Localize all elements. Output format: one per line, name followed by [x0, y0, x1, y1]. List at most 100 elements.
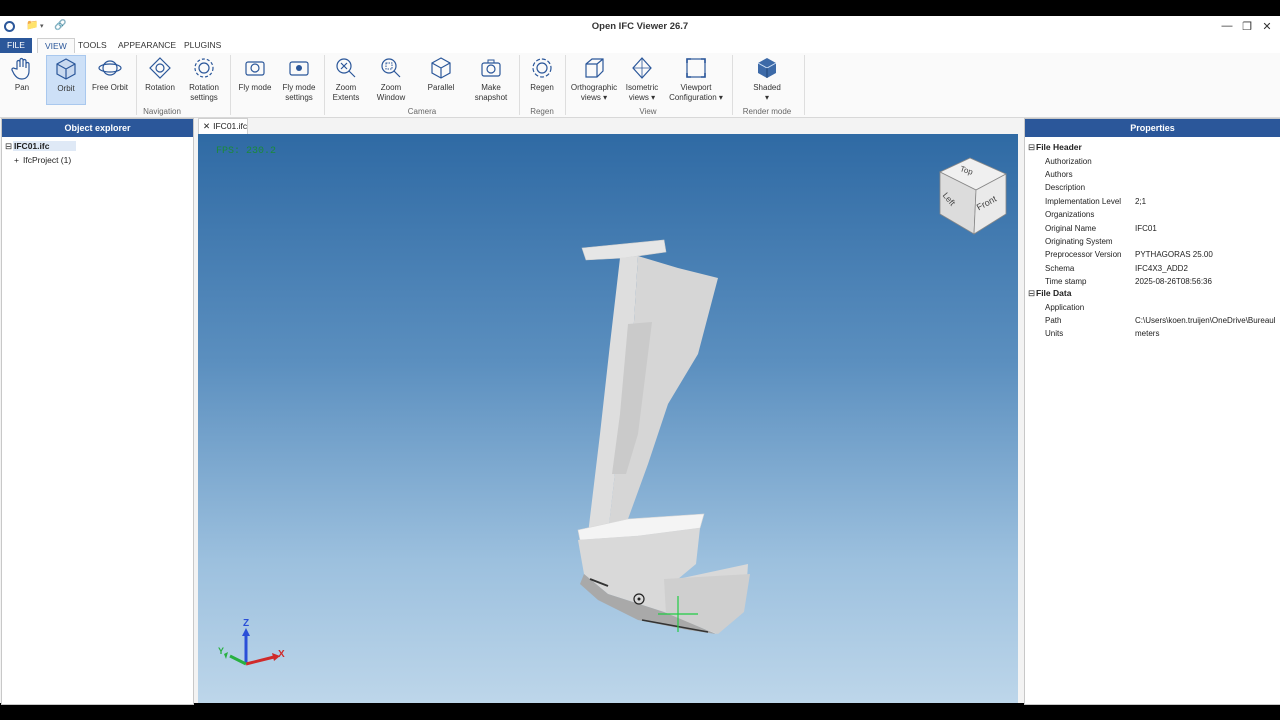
- close-tab-icon[interactable]: ✕: [203, 121, 210, 131]
- rotation-label: Rotation: [145, 83, 175, 92]
- section-file-data[interactable]: ⊟ File Data: [1025, 287, 1280, 300]
- property-row[interactable]: Authors: [1025, 168, 1280, 181]
- property-key: Path: [1045, 315, 1062, 325]
- property-row[interactable]: Description: [1025, 181, 1280, 194]
- object-explorer-title: Object explorer: [2, 119, 193, 137]
- fly-mode-settings-button[interactable]: Fly mode settings: [280, 55, 318, 103]
- free-orbit-button[interactable]: Free Orbit: [90, 55, 130, 93]
- fly-mode-button[interactable]: Fly mode: [236, 55, 274, 93]
- rotation-icon: [149, 57, 171, 79]
- properties-panel: Properties ⊟ File Header Authorization Au…: [1024, 118, 1280, 705]
- make-snapshot-button[interactable]: Make snapshot: [472, 55, 510, 103]
- isometric-views-button[interactable]: Isometric views ▾: [622, 55, 662, 103]
- group-label-regen: Regen: [530, 107, 554, 116]
- fly-mode-settings-label-2: settings: [285, 93, 313, 102]
- tab-tools[interactable]: TOOLS: [71, 38, 114, 53]
- document-tab[interactable]: ✕ IFC01.ifc: [198, 118, 248, 134]
- group-label-navigation: Navigation: [143, 107, 181, 116]
- tab-plugins[interactable]: PLUGINS: [177, 38, 228, 53]
- property-row[interactable]: Organizations: [1025, 208, 1280, 221]
- ifc-model: [577, 239, 750, 634]
- zoom-window-icon: [381, 58, 401, 78]
- shaded-label: Shaded: [753, 83, 781, 92]
- section-file-header-label: File Header: [1036, 142, 1082, 152]
- property-row[interactable]: Original Name IFC01: [1025, 222, 1280, 235]
- ribbon-separator: [565, 55, 566, 115]
- view-cube[interactable]: Top Left Front: [936, 154, 1010, 236]
- parallel-button[interactable]: Parallel: [422, 55, 460, 93]
- tree-toggle-icon[interactable]: ⊟: [5, 141, 12, 152]
- collapse-icon[interactable]: ⊟: [1028, 141, 1035, 154]
- camera-settings-icon: [289, 61, 309, 76]
- app-window: 📁 ▾ 🔗 Open IFC Viewer 26.7 — ❐ ✕ FILE VI…: [0, 16, 1280, 705]
- property-value: meters: [1135, 329, 1160, 339]
- menu-bar: FILE VIEW TOOLS APPEARANCE PLUGINS: [0, 38, 1280, 54]
- ortho-cube-icon: [585, 58, 604, 78]
- zoom-extents-label-1: Zoom: [335, 83, 357, 92]
- pan-button[interactable]: Pan: [6, 55, 38, 93]
- regen-button[interactable]: Regen: [525, 55, 559, 93]
- window-title: Open IFC Viewer 26.7: [591, 21, 689, 32]
- property-row[interactable]: Originating System: [1025, 235, 1280, 248]
- pan-label: Pan: [14, 83, 30, 92]
- property-key: Schema: [1045, 263, 1075, 273]
- ribbon-separator: [324, 55, 325, 115]
- viewport-configuration-button[interactable]: Viewport Configuration ▾: [666, 55, 726, 103]
- property-row[interactable]: Schema IFC4X3_ADD2: [1025, 262, 1280, 275]
- snapshot-label-2: snapshot: [474, 93, 508, 102]
- tab-view[interactable]: VIEW: [37, 38, 75, 54]
- properties-title: Properties: [1025, 119, 1280, 137]
- tree-expand-icon[interactable]: +: [14, 155, 19, 165]
- rotation-button[interactable]: Rotation: [142, 55, 178, 93]
- document-tab-label: IFC01.ifc: [213, 121, 248, 131]
- property-value: IFC01: [1135, 223, 1157, 233]
- rotation-settings-label-1: Rotation: [189, 83, 219, 92]
- shaded-dropdown-icon: ▾: [764, 93, 769, 102]
- property-row[interactable]: Authorization: [1025, 155, 1280, 168]
- fly-mode-settings-label-1: Fly mode: [282, 83, 316, 92]
- shaded-button[interactable]: Shaded ▾: [746, 55, 788, 103]
- orbit-cube-icon: [56, 58, 76, 80]
- 3d-viewport[interactable]: FPS: 230.2 Top Left Front Z X Y: [198, 134, 1018, 703]
- hand-icon: [11, 57, 30, 80]
- orthographic-views-button[interactable]: Orthographic views ▾: [569, 55, 619, 103]
- group-label-render-mode: Render mode: [742, 107, 792, 116]
- restore-icon[interactable]: ❐: [1239, 20, 1255, 33]
- zoom-extents-button[interactable]: Zoom Extents: [328, 55, 364, 103]
- close-window-icon[interactable]: ✕: [1259, 20, 1275, 33]
- ortho-dropdown-icon: ▾: [603, 93, 608, 102]
- orbit-cursor-icon: [633, 593, 645, 605]
- property-key: Authorization: [1045, 156, 1092, 166]
- axis-triad: Z X Y: [216, 618, 296, 674]
- property-row[interactable]: Preprocessor Version PYTHAGORAS 25.00: [1025, 248, 1280, 261]
- property-row[interactable]: Units meters: [1025, 327, 1280, 340]
- fly-mode-label: Fly mode: [238, 83, 272, 92]
- snapshot-label-1: Make: [481, 83, 501, 92]
- zoom-window-button[interactable]: Zoom Window: [372, 55, 410, 103]
- property-row[interactable]: Application: [1025, 301, 1280, 314]
- orbit-button[interactable]: Orbit: [46, 55, 86, 105]
- pivot-crosshair-icon: [658, 596, 698, 632]
- section-file-header[interactable]: ⊟ File Header: [1025, 141, 1280, 154]
- property-key: Units: [1045, 329, 1064, 339]
- viewport-label-2: Configuration: [669, 93, 717, 102]
- rotation-settings-button[interactable]: Rotation settings: [184, 55, 224, 103]
- property-key: Original Name: [1045, 223, 1097, 233]
- collapse-icon[interactable]: ⊟: [1028, 287, 1035, 300]
- parallel-cube-icon: [431, 57, 451, 79]
- property-key: Originating System: [1045, 236, 1113, 246]
- property-value: C:\Users\koen.truijen\OneDrive\Bureaul: [1135, 315, 1276, 325]
- property-row[interactable]: Path C:\Users\koen.truijen\OneDrive\Burea…: [1025, 314, 1280, 327]
- tab-file[interactable]: FILE: [0, 38, 32, 53]
- tab-appearance[interactable]: APPEARANCE: [111, 38, 183, 53]
- property-row[interactable]: Implementation Level 2;1: [1025, 195, 1280, 208]
- zoom-extents-label-2: Extents: [332, 93, 360, 102]
- ribbon-separator: [230, 55, 231, 115]
- ortho-label-1: Orthographic: [570, 83, 618, 92]
- property-value: IFC4X3_ADD2: [1135, 263, 1188, 273]
- minimize-icon[interactable]: —: [1219, 20, 1235, 32]
- tree-item-ifcproject[interactable]: IfcProject (1): [23, 155, 71, 165]
- orbit-label: Orbit: [57, 84, 75, 93]
- tree-item-root[interactable]: IFC01.ifc: [13, 141, 76, 151]
- iso-label-1: Isometric: [625, 83, 659, 92]
